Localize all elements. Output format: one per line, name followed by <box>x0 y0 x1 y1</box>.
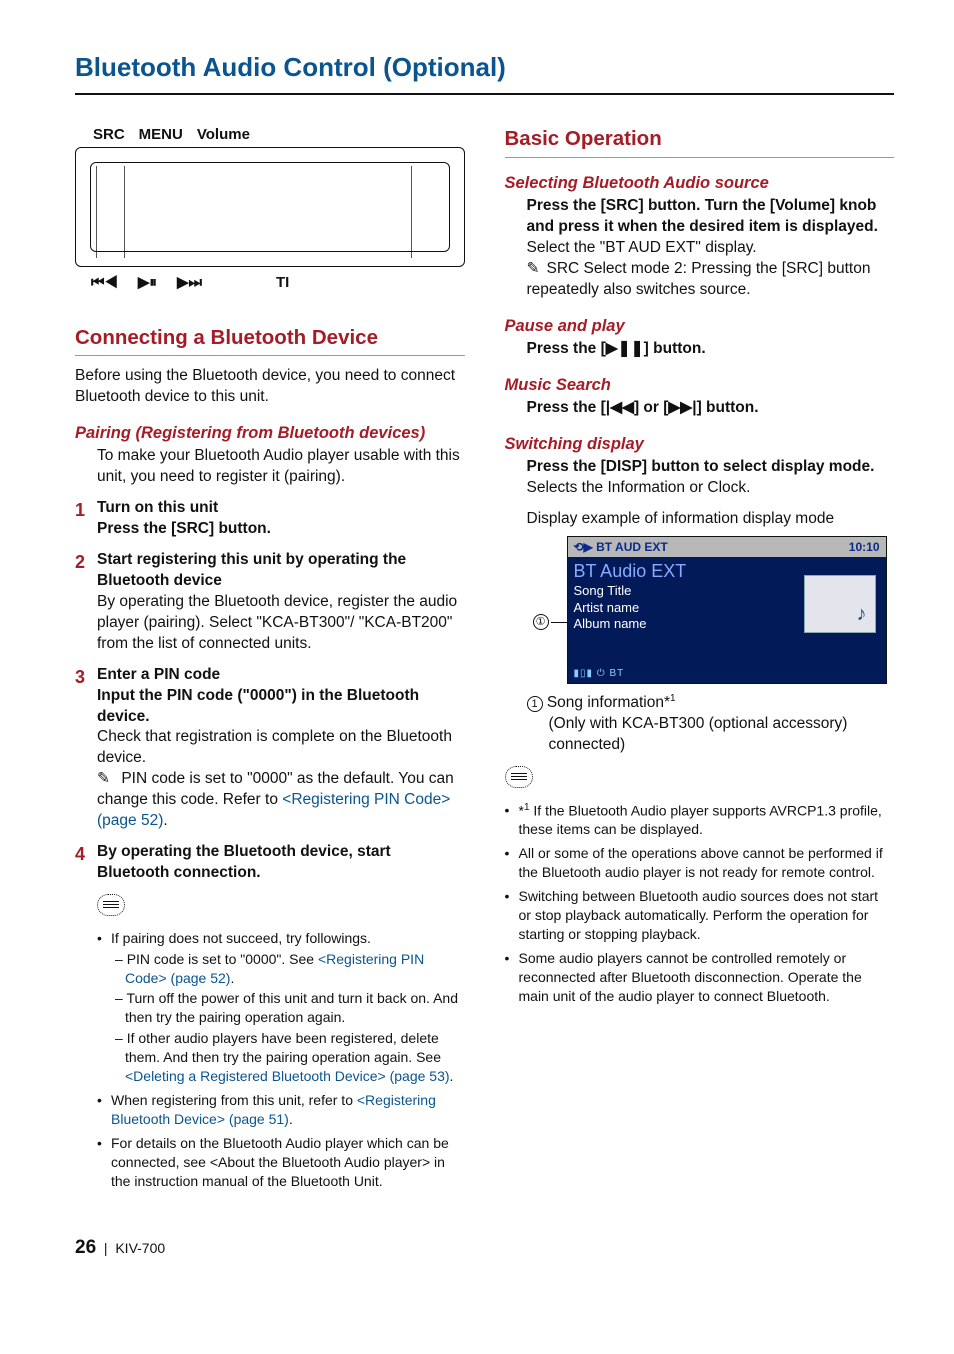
sub-music-search: Music Search <box>505 374 895 396</box>
step-2-body: By operating the Bluetooth device, regis… <box>97 592 465 655</box>
note-avrcp: *1 If the Bluetooth Audio player support… <box>505 801 895 839</box>
step-1-num: 1 <box>75 498 97 540</box>
callout-1-text: Song information* <box>547 694 670 711</box>
left-notes: If pairing does not succeed, try followi… <box>75 929 465 1191</box>
selecting-pencil-text: SRC Select mode 2: Pressing the [SRC] bu… <box>527 260 871 298</box>
ms-pre: Press the [ <box>527 399 606 416</box>
note-pairing-fail: If pairing does not succeed, try followi… <box>97 929 465 1086</box>
device-bottom-labels: ⏮◀ ▶⏸ ▶⏭ TI <box>75 273 465 293</box>
selecting-pencil: SRC Select mode 2: Pressing the [SRC] bu… <box>527 259 895 301</box>
note-not-ready: All or some of the operations above cann… <box>505 844 895 882</box>
switching-bold: Press the [DISP] button to select displa… <box>527 457 895 478</box>
prev-icon: ⏮◀ <box>91 273 118 293</box>
play-pause-icon: ▶⏸ <box>138 273 157 293</box>
sub-switching-display: Switching display <box>505 433 895 455</box>
pp-post: ] button. <box>644 340 706 357</box>
callout-1-num: 1 <box>527 696 543 712</box>
selecting-bold: Press the [SRC] button. Turn the [Volume… <box>527 196 895 238</box>
intro-text: Before using the Bluetooth device, you n… <box>75 366 465 408</box>
step-4-title: By operating the Bluetooth device, start… <box>97 842 465 884</box>
note-power-cycle: – Turn off the power of this unit and tu… <box>111 989 465 1027</box>
ms-post: ] button. <box>697 399 759 416</box>
step-1: 1 Turn on this unit Press the [SRC] butt… <box>75 498 465 540</box>
pairing-body: To make your Bluetooth Audio player usab… <box>75 446 465 488</box>
step-3-num: 3 <box>75 665 97 832</box>
step-3-title: Enter a PIN code <box>97 665 465 686</box>
step-4: 4 By operating the Bluetooth device, sta… <box>75 842 465 884</box>
device-top-labels: SRC MENU Volume <box>75 125 465 145</box>
note-delete-post: . <box>450 1068 454 1084</box>
note-avrcp-text: If the Bluetooth Audio player supports A… <box>519 803 882 838</box>
right-notes: *1 If the Bluetooth Audio player support… <box>505 801 895 1006</box>
section-basic-operation: Basic Operation <box>505 125 895 158</box>
sub-pause-play: Pause and play <box>505 315 895 337</box>
note-icon <box>97 894 125 916</box>
step-3-pencil-post: . <box>163 812 167 829</box>
sub-selecting-source: Selecting Bluetooth Audio source <box>505 172 895 194</box>
next-icon: ▶⏭ <box>177 273 202 293</box>
step-1-action: Press the [SRC] button. <box>97 519 465 540</box>
note-remote: Some audio players cannot be controlled … <box>505 949 895 1006</box>
pp-pre: Press the [ <box>527 340 606 357</box>
note-delete-pre: If other audio players have been registe… <box>125 1030 441 1065</box>
step-2-title: Start registering this unit by operating… <box>97 550 465 592</box>
chapter-title: Bluetooth Audio Control (Optional) <box>75 50 894 95</box>
note-delete-others: – If other audio players have been regis… <box>111 1029 465 1086</box>
device-drawing <box>75 147 465 267</box>
footnote-1-ref: 1 <box>524 802 530 813</box>
left-column: SRC MENU Volume ⏮◀ ▶⏸ ▶⏭ TI Connecting a… <box>75 125 465 1195</box>
music-search-text: Press the [|◀◀] or [▶▶|] button. <box>505 398 895 419</box>
next-track-glyph: ▶▶| <box>668 399 696 416</box>
display-topbar-left: ⟲▶ BT AUD EXT <box>574 539 668 555</box>
note-pin0000-pre: PIN code is set to "0000". See <box>127 951 318 967</box>
album-art-icon <box>804 575 876 633</box>
label-volume: Volume <box>197 125 250 145</box>
step-4-num: 4 <box>75 842 97 884</box>
right-column: Basic Operation Selecting Bluetooth Audi… <box>505 125 895 1195</box>
label-src: SRC <box>93 125 125 145</box>
page-number: 26 <box>75 1237 96 1258</box>
note-pin0000: – PIN code is set to "0000". See <Regist… <box>111 950 465 988</box>
prev-track-glyph: |◀◀ <box>606 399 634 416</box>
step-1-title: Turn on this unit <box>97 498 465 519</box>
link-deleting-device[interactable]: <Deleting a Registered Bluetooth Device>… <box>125 1068 450 1084</box>
step-3-bold2: Input the PIN code ("0000") in the Bluet… <box>97 686 465 728</box>
label-ti: TI <box>276 273 289 293</box>
step-3: 3 Enter a PIN code Input the PIN code ("… <box>75 665 465 832</box>
footer-model: KIV-700 <box>115 1240 165 1256</box>
section-connecting: Connecting a Bluetooth Device <box>75 324 465 357</box>
switching-body: Selects the Information or Clock. <box>527 478 895 499</box>
step-2: 2 Start registering this unit by operati… <box>75 550 465 655</box>
display-clock: 10:10 <box>849 539 880 555</box>
play-pause-glyph: ▶❚❚ <box>606 340 644 357</box>
note-pairing-fail-text: If pairing does not succeed, try followi… <box>111 930 371 946</box>
display-example: ⟲▶ BT AUD EXT 10:10 BT Audio EXT Song Ti… <box>567 536 887 684</box>
note-pin0000-post: . <box>230 970 234 986</box>
repeat-play-icon: ⟲▶ <box>574 540 593 554</box>
note-register-post: . <box>289 1111 293 1127</box>
page-footer: 26 | KIV-700 <box>75 1235 894 1261</box>
callout-1-sub: (Only with KCA-BT300 (optional accessory… <box>549 714 895 756</box>
note-register-pre: When registering from this unit, refer t… <box>111 1092 357 1108</box>
pause-play-text: Press the [▶❚❚] button. <box>505 339 895 360</box>
step-3-body: Check that registration is complete on t… <box>97 727 465 769</box>
display-source-name: BT AUD EXT <box>596 540 668 554</box>
note-power-cycle-text: Turn off the power of this unit and turn… <box>125 990 458 1025</box>
callout-1-desc: 1 Song information*1 (Only with KCA-BT30… <box>505 692 895 756</box>
note-register-from-unit: When registering from this unit, refer t… <box>97 1091 465 1129</box>
selecting-body: Select the "BT AUD EXT" display. <box>527 238 895 259</box>
ms-mid: ] or [ <box>634 399 668 416</box>
label-menu: MENU <box>139 125 183 145</box>
pairing-subhead: Pairing (Registering from Bluetooth devi… <box>75 422 465 444</box>
footer-sep: | <box>104 1240 108 1256</box>
step-2-num: 2 <box>75 550 97 655</box>
note-about-player: For details on the Bluetooth Audio playe… <box>97 1134 465 1191</box>
step-3-pencil-note: PIN code is set to "0000" as the default… <box>97 769 465 832</box>
note-switching: Switching between Bluetooth audio source… <box>505 887 895 944</box>
callout-1-icon: ① <box>533 614 549 630</box>
display-caption: Display example of information display m… <box>505 509 895 530</box>
note-icon-right <box>505 766 533 788</box>
footnote-1-mark: 1 <box>670 693 676 704</box>
display-status-icons: ▮▯▮ ⏻ BT <box>574 667 625 681</box>
